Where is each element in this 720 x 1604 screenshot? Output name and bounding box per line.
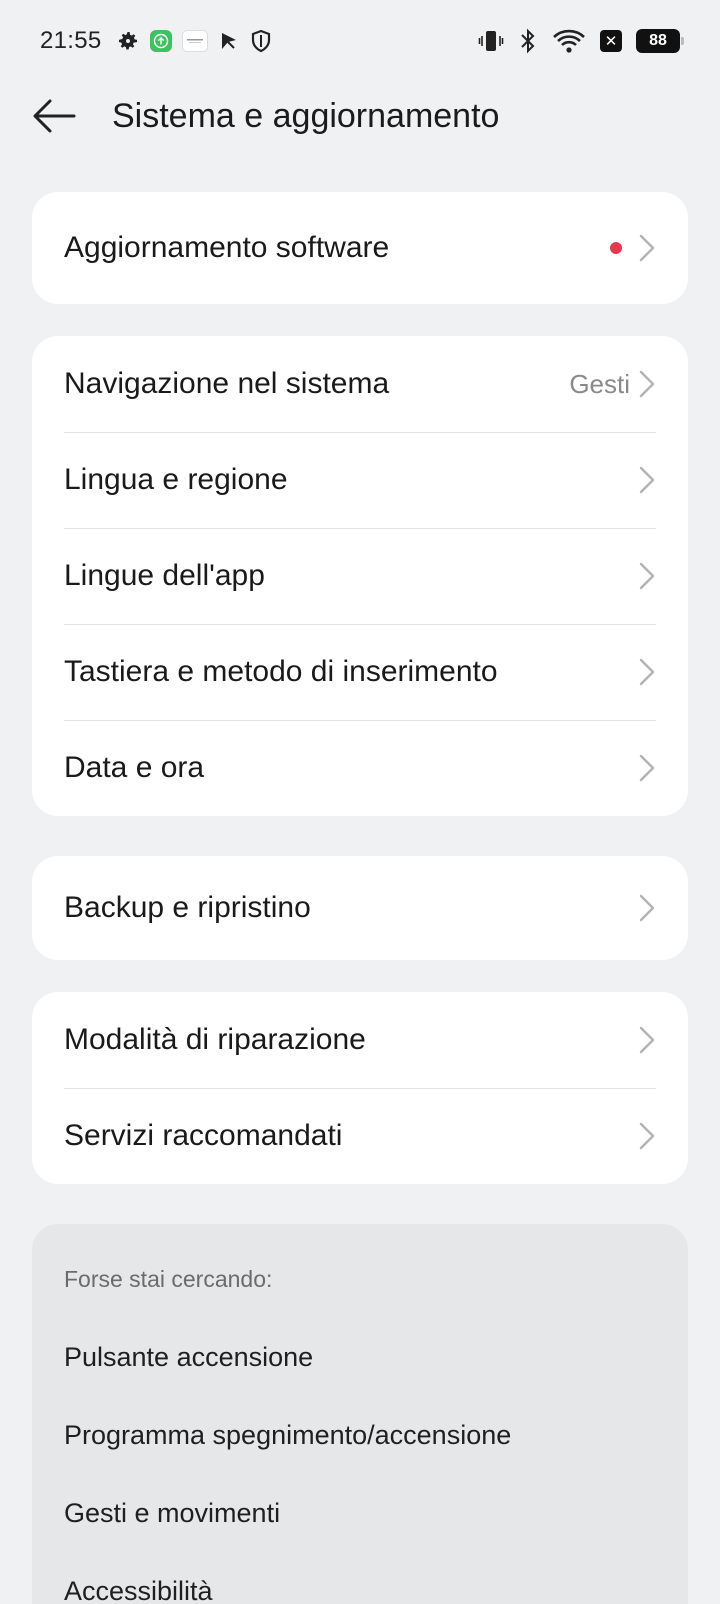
chevron-right-icon	[639, 1122, 655, 1150]
gear-icon	[116, 29, 140, 53]
settings-item-label: Data e ora	[64, 751, 205, 784]
settings-item-label: Lingue dell'app	[64, 559, 265, 592]
wifi-icon	[552, 28, 586, 54]
settings-item-label: Aggiornamento software	[64, 231, 390, 264]
settings-item-app-languages[interactable]: Lingue dell'app	[32, 528, 688, 624]
chevron-right-icon	[639, 234, 655, 262]
back-button[interactable]	[32, 96, 78, 136]
settings-item-repair-mode[interactable]: Modalità di riparazione	[32, 992, 688, 1088]
chevron-right-icon	[639, 754, 655, 782]
suggestion-link[interactable]: Pulsante accensione	[64, 1342, 656, 1420]
settings-item-label: Modalità di riparazione	[64, 1023, 366, 1056]
settings-group-backup: Backup e ripristino	[32, 856, 688, 960]
chevron-right-icon	[639, 1026, 655, 1054]
battery-icon: 88	[636, 29, 684, 53]
status-clock: 21:55	[40, 27, 102, 54]
settings-item-software-update[interactable]: Aggiornamento software	[32, 192, 688, 304]
vibrate-icon	[478, 28, 504, 54]
settings-group-system: Navigazione nel sistema Gesti Lingua e r…	[32, 336, 688, 816]
settings-item-date-time[interactable]: Data e ora	[32, 720, 688, 816]
settings-group-update: Aggiornamento software	[32, 192, 688, 304]
settings-item-system-navigation[interactable]: Navigazione nel sistema Gesti	[32, 336, 688, 432]
settings-item-recommended-services[interactable]: Servizi raccomandati	[32, 1088, 688, 1184]
status-right-icons: ✕ 88	[478, 28, 684, 54]
arrow-left-icon	[33, 99, 76, 133]
settings-item-label: Servizi raccomandati	[64, 1119, 343, 1152]
status-left-icons	[116, 29, 272, 53]
chevron-right-icon	[639, 466, 655, 494]
settings-item-label: Backup e ripristino	[64, 891, 311, 924]
suggestions-heading: Forse stai cercando:	[64, 1266, 273, 1292]
app-header: Sistema e aggiornamento	[0, 82, 720, 152]
battery-level: 88	[649, 32, 667, 49]
upload-app-icon	[149, 30, 172, 52]
settings-screen: 21:55 ✕ 88 Sistema e aggiornamento Aggio…	[0, 0, 720, 1604]
suggestion-link[interactable]: Programma spegnimento/accensione	[64, 1420, 656, 1498]
page-title: Sistema e aggiornamento	[112, 97, 500, 135]
settings-item-label: Tastiera e metodo di inserimento	[64, 655, 498, 688]
play-flag-icon	[218, 30, 240, 52]
status-bar: 21:55 ✕ 88	[0, 0, 720, 82]
chevron-right-icon	[639, 658, 655, 686]
chevron-right-icon	[639, 562, 655, 590]
sim-off-icon: ✕	[600, 30, 622, 52]
settings-group-services: Modalità di riparazione Servizi raccoman…	[32, 992, 688, 1184]
suggestion-link[interactable]: Gesti e movimenti	[64, 1498, 656, 1576]
settings-item-language-region[interactable]: Lingua e regione	[32, 432, 688, 528]
suggestions-panel: Forse stai cercando: Pulsante accensione…	[32, 1224, 688, 1604]
settings-item-label: Navigazione nel sistema	[64, 367, 390, 400]
chevron-right-icon	[639, 894, 655, 922]
app-thumbnail-icon	[181, 30, 208, 52]
settings-item-value: Gesti	[569, 368, 630, 399]
settings-item-label: Lingua e regione	[64, 463, 288, 496]
update-notification-dot	[610, 242, 622, 254]
settings-item-keyboard-input[interactable]: Tastiera e metodo di inserimento	[32, 624, 688, 720]
chevron-right-icon	[639, 370, 655, 398]
bluetooth-icon	[518, 28, 538, 54]
settings-item-backup-restore[interactable]: Backup e ripristino	[32, 856, 688, 960]
shield-icon	[250, 29, 272, 53]
suggestion-link[interactable]: Accessibilità	[64, 1576, 656, 1604]
